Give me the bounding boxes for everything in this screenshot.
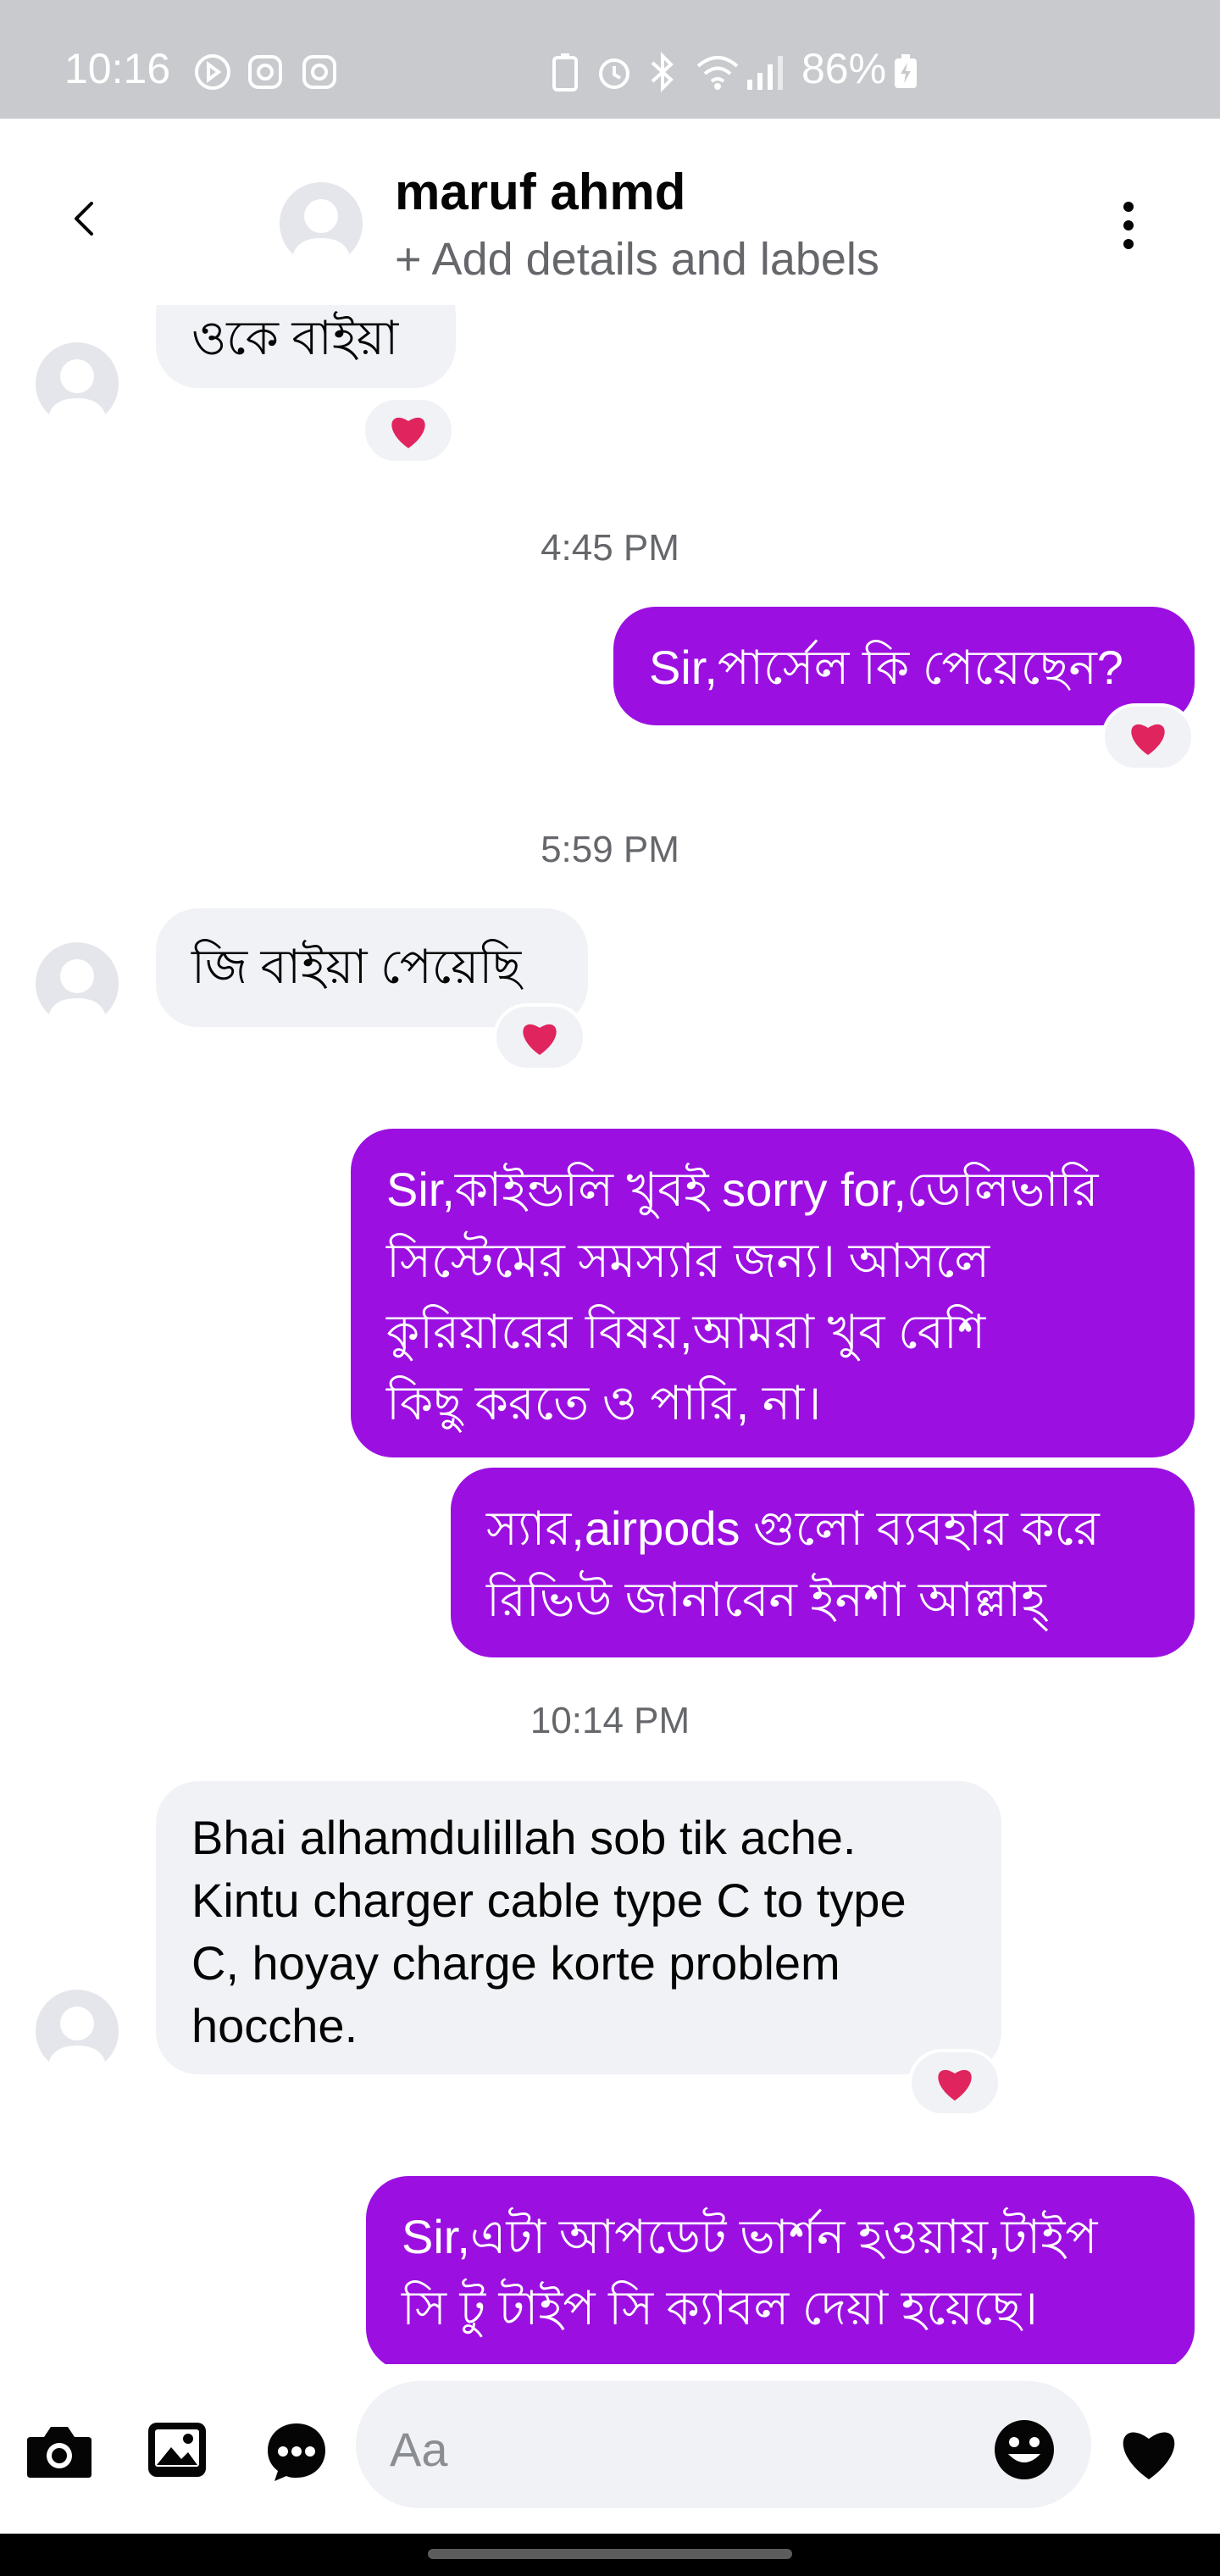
heart-reaction-icon <box>391 417 425 448</box>
more-options-icon[interactable] <box>1120 200 1137 251</box>
camera-icon[interactable] <box>25 2422 93 2481</box>
contact-avatar[interactable] <box>280 182 363 265</box>
message-text: ওকে বাইয়া <box>191 311 399 364</box>
instagram-icon <box>302 55 336 89</box>
message-text-line: কুরিয়ারের বিষয়,আমরা খুব বেশি <box>386 1305 986 1358</box>
person-icon <box>47 959 107 1025</box>
message-text-line: কিছু করতে ও পারি, না। <box>386 1376 822 1430</box>
heart-reaction-icon <box>938 2069 972 2101</box>
timestamp: 4:45 PM <box>541 527 679 569</box>
message-text-line: সি টু টাইপ সি ক্যাবল দেয়া হয়েছে। <box>402 2281 1039 2334</box>
reaction-badge[interactable] <box>1101 703 1195 771</box>
person-icon <box>291 199 351 265</box>
message-bubble-incoming[interactable]: ওকে বাইয়া <box>156 305 456 388</box>
signal-icon <box>747 56 783 90</box>
emoji-icon[interactable] <box>993 2418 1056 2481</box>
battery-percentage: 86% <box>801 45 887 92</box>
timestamp: 5:59 PM <box>541 829 679 870</box>
add-details-link[interactable]: + Add details and labels <box>395 233 879 286</box>
message-list: ওকে বাইয়া 4:45 PM Sir,পার্সেল কি পেয়েছ… <box>0 305 1220 2364</box>
reaction-badge[interactable] <box>493 1003 586 1071</box>
wifi-icon <box>696 56 739 90</box>
message-text: Sir,পার্সেল কি পেয়েছেন? <box>649 641 1123 694</box>
message-text-line: Bhai alhamdulillah sob tik ache. <box>191 1811 857 1864</box>
message-bubble-outgoing[interactable]: Sir,এটা আপডেট ভার্শন হওয়ায়,টাইপ সি টু … <box>366 2176 1195 2364</box>
person-icon <box>47 359 107 425</box>
message-text: জি বাইয়া পেয়েছি <box>191 940 522 993</box>
heart-icon[interactable] <box>1117 2423 1181 2481</box>
contact-name[interactable]: maruf ahmd <box>395 163 685 221</box>
message-bubble-outgoing[interactable]: Sir,পার্সেল কি পেয়েছেন? <box>613 607 1195 725</box>
gallery-icon[interactable] <box>146 2420 208 2479</box>
message-text-line: hocche. <box>191 1999 358 2052</box>
sender-avatar <box>36 942 119 1025</box>
battery-saver-icon <box>552 53 578 92</box>
message-bubble-incoming[interactable]: Bhai alhamdulillah sob tik ache. Kintu c… <box>156 1781 1001 2074</box>
back-arrow-icon[interactable] <box>68 202 102 236</box>
message-text-line: Sir,এটা আপডেট ভার্শন হওয়ায়,টাইপ <box>402 2210 1098 2263</box>
message-text-line: রিভিউ জানাবেন ইনশা আল্লাহ্ <box>486 1573 1046 1626</box>
home-gesture-handle[interactable] <box>428 2549 792 2559</box>
heart-reaction-icon <box>1131 724 1165 755</box>
person-icon <box>47 2007 107 2073</box>
message-text-line: Kintu charger cable type C to type <box>191 1874 907 1927</box>
sender-avatar <box>36 1990 119 2073</box>
sender-avatar <box>36 342 119 425</box>
alarm-icon <box>599 58 629 89</box>
message-text-line: সিস্টেমের সমস্যার জন্য। আসলে <box>386 1234 990 1287</box>
reaction-badge[interactable] <box>362 397 455 464</box>
message-input[interactable] <box>356 2381 1091 2508</box>
message-bubble-outgoing[interactable]: Sir,কাইন্ডলি খুবই sorry for,ডেলিভারি সিস… <box>351 1129 1195 1457</box>
navigation-icon <box>195 54 230 90</box>
charging-battery-icon <box>895 54 917 88</box>
bluetooth-icon <box>651 52 674 92</box>
message-input-placeholder: Aa <box>390 2423 448 2476</box>
status-time: 10:16 <box>64 45 171 92</box>
chat-bubble-icon[interactable] <box>264 2420 329 2483</box>
heart-reaction-icon <box>523 1024 557 1055</box>
timestamp: 10:14 PM <box>530 1700 690 1741</box>
message-text-line: Sir,কাইন্ডলি খুবই sorry for,ডেলিভারি <box>386 1163 1099 1216</box>
message-bubble-outgoing[interactable]: স্যার,airpods গুলো ব্যবহার করে রিভিউ জান… <box>451 1468 1195 1657</box>
instagram-icon <box>248 55 282 89</box>
message-text-line: স্যার,airpods গুলো ব্যবহার করে <box>486 1502 1100 1555</box>
reaction-badge[interactable] <box>908 2049 1001 2117</box>
message-text-line: C, hoyay charge korte problem <box>191 1936 840 1990</box>
status-bar: 10:16 86% <box>0 0 1220 119</box>
